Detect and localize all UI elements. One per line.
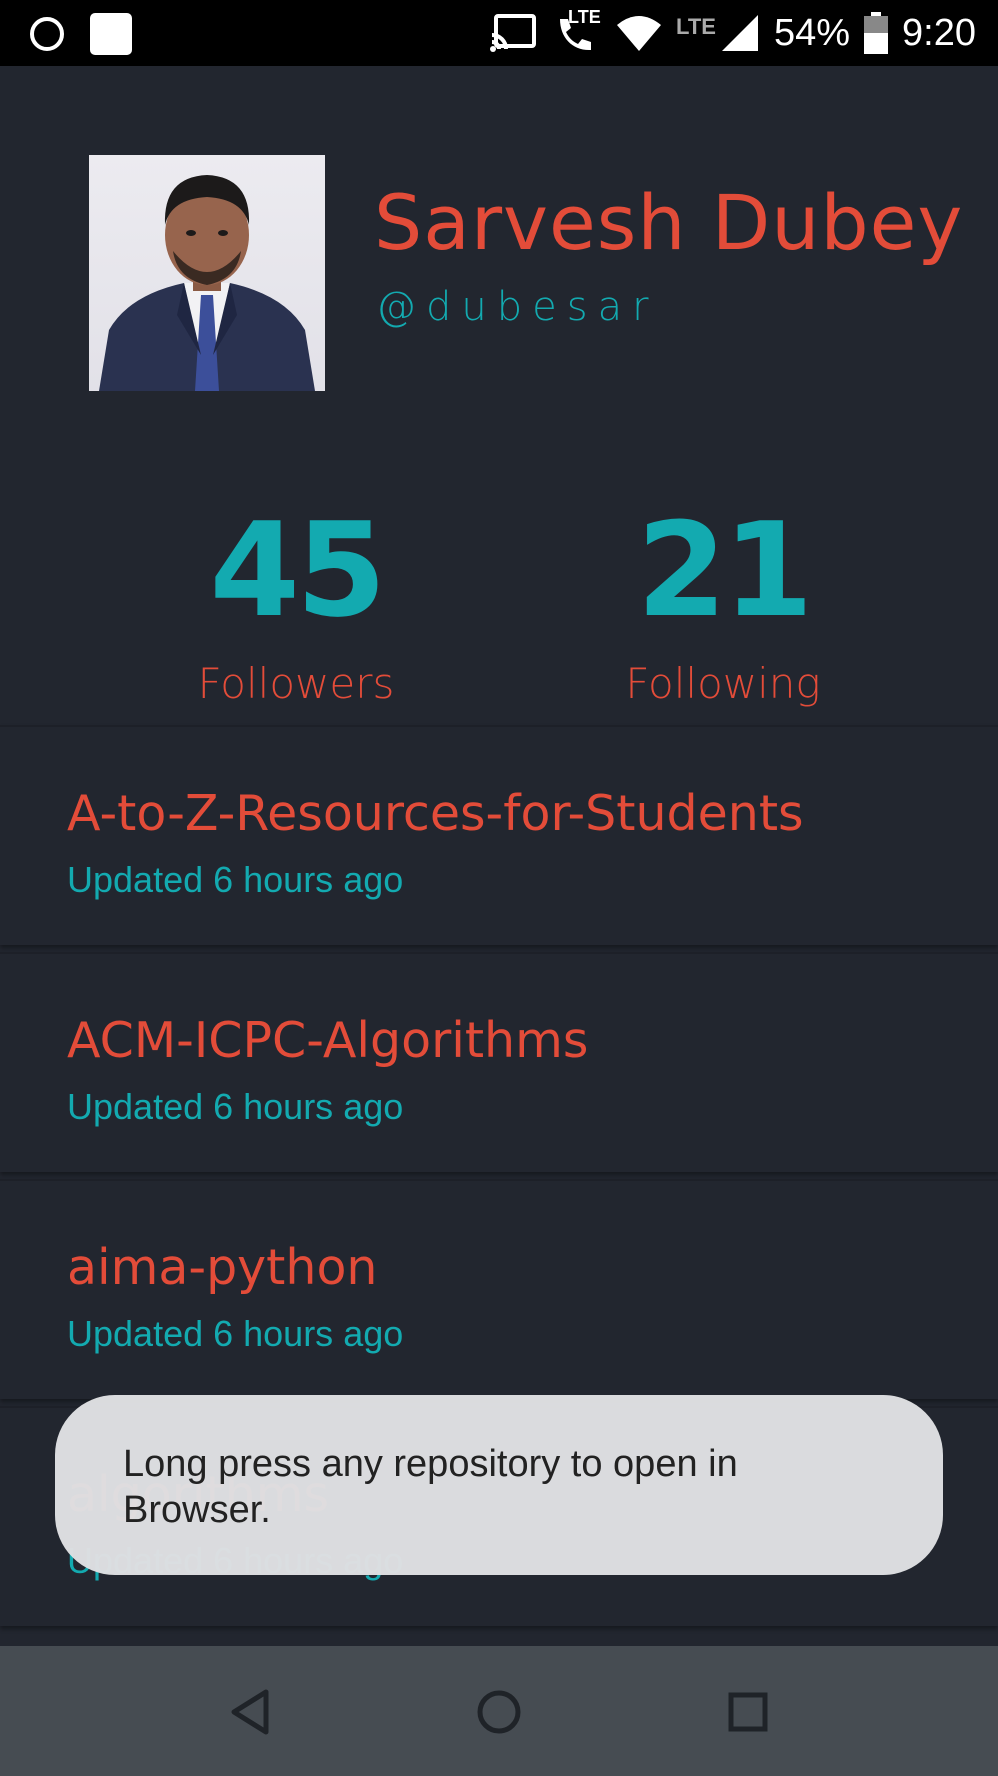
circle-notification-icon [30, 17, 64, 51]
navigation-bar [0, 1646, 998, 1776]
followers-label: Followers [197, 659, 395, 708]
repo-item[interactable]: aima-python Updated 6 hours ago [0, 1179, 998, 1399]
wifi-icon [617, 16, 662, 51]
lte-label: LTE [676, 14, 716, 39]
clock: 9:20 [902, 11, 976, 54]
battery-icon [864, 12, 889, 54]
home-icon[interactable] [471, 1684, 527, 1740]
toast-message: Long press any repository to open in Bro… [55, 1395, 943, 1575]
lte-call-icon: LTE [552, 7, 602, 55]
following-label: Following [625, 659, 821, 708]
cast-icon [490, 14, 537, 52]
back-icon[interactable] [222, 1684, 278, 1740]
recents-icon[interactable] [720, 1684, 776, 1740]
profile-handle: @dubesar [376, 284, 659, 330]
repo-name: A-to-Z-Resources-for-Students [67, 785, 804, 842]
repo-updated: Updated 6 hours ago [67, 859, 404, 900]
repo-item[interactable]: ACM-ICPC-Algorithms Updated 6 hours ago [0, 952, 998, 1172]
cell-signal-icon [721, 15, 758, 51]
square-notification-icon [90, 13, 132, 55]
following-count: 21 [636, 494, 814, 646]
followers-count: 45 [209, 494, 387, 646]
avatar [89, 155, 325, 391]
lte-call-label: LTE [568, 7, 601, 27]
repo-name: ACM-ICPC-Algorithms [67, 1012, 589, 1069]
repo-updated: Updated 6 hours ago [67, 1313, 404, 1354]
battery-percent: 54% [773, 11, 851, 54]
repo-name: aima-python [67, 1239, 378, 1296]
repo-item[interactable]: A-to-Z-Resources-for-Students Updated 6 … [0, 725, 998, 945]
followers-stat[interactable]: 45 Followers [146, 505, 446, 708]
repo-updated: Updated 6 hours ago [67, 1086, 404, 1127]
following-stat[interactable]: 21 Following [573, 505, 873, 708]
profile-name: Sarvesh Dubey [374, 178, 964, 267]
status-bar: LTE LTE 54% 9:20 [0, 0, 998, 66]
